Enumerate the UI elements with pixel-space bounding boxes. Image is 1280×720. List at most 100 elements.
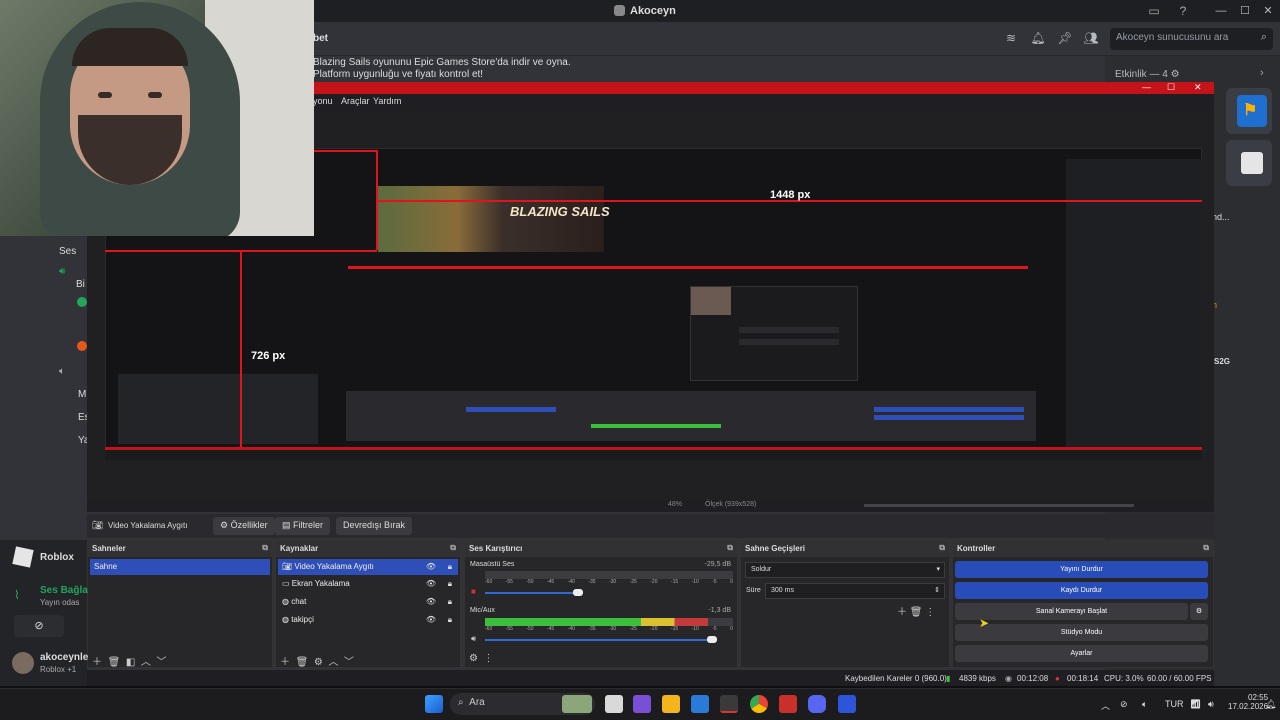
start-icon[interactable] (425, 695, 443, 713)
store-icon[interactable] (691, 695, 709, 713)
search-icon: ⌕ (458, 697, 464, 708)
menu-item[interactable]: yonu (313, 96, 333, 106)
settings-button[interactable]: Ayarlar (955, 645, 1208, 662)
volume-slider[interactable] (485, 639, 715, 641)
bell-icon[interactable]: 🔔︎ (1030, 31, 1046, 47)
stream-icon: ◉ (1005, 674, 1012, 683)
game-title: BLAZING SAILS (510, 204, 610, 219)
popout-icon[interactable]: ⧉ (1203, 543, 1209, 553)
virtual-camera-settings[interactable]: ⚙ (1190, 603, 1208, 620)
mixer-header: Ses Karıştırıcı ⧉ (465, 541, 737, 557)
more-icon[interactable]: ⋮ (925, 607, 935, 618)
popout-icon[interactable]: ⧉ (262, 543, 268, 553)
chevron-down-icon[interactable]: ﹀ (344, 657, 354, 668)
chevron-up-icon[interactable]: ︿ (1101, 699, 1110, 712)
mute-icon[interactable]: ■ (471, 587, 476, 596)
add-icon[interactable]: ＋ (280, 657, 290, 668)
lock-icon[interactable]: 🔒︎ (448, 597, 452, 607)
minimize-button[interactable]: — (1212, 3, 1230, 19)
app-icon[interactable] (779, 695, 797, 713)
eye-icon[interactable]: 👁︎ (426, 562, 436, 571)
widget-icon[interactable] (562, 695, 592, 713)
obs-minimize-button[interactable]: — (1142, 82, 1151, 92)
copilot-icon[interactable] (633, 695, 651, 713)
menu-item[interactable]: Yardım (373, 96, 401, 106)
pin-icon[interactable]: 📌︎ (1057, 31, 1073, 47)
settings-icon[interactable]: ⚙ (469, 653, 478, 664)
volume-icon[interactable]: 🔊︎ (1208, 699, 1214, 710)
popout-icon[interactable]: ⧉ (727, 543, 733, 553)
eye-icon[interactable]: 👁︎ (426, 579, 436, 588)
discord-icon[interactable] (808, 695, 826, 713)
scene-item[interactable]: Sahne (90, 559, 270, 575)
trash-icon[interactable]: 🗑︎ (296, 657, 309, 668)
gear-icon[interactable]: ⚙ (1171, 69, 1180, 80)
properties-button[interactable]: ⚙ Özellikler (213, 517, 275, 535)
mouse-cursor: ➤ (979, 616, 990, 630)
source-item[interactable]: 📷︎ Video Yakalama Aygıtı 👁︎ 🔒︎ (278, 559, 458, 575)
gear-icon[interactable]: ⚙ (314, 657, 323, 668)
obs-close-button[interactable]: ✕ (1194, 82, 1202, 93)
chrome-icon[interactable] (750, 695, 768, 713)
duration-input[interactable]: 300 ms ⇕ (765, 583, 945, 599)
popout-icon[interactable]: ⧉ (939, 543, 945, 553)
file-explorer-icon[interactable] (662, 695, 680, 713)
language-indicator[interactable]: TUR (1165, 699, 1184, 709)
filters-button[interactable]: ▤ Filtreler (275, 517, 331, 535)
sources-dock: Kaynaklar ⧉ 📷︎ Video Yakalama Aygıtı 👁︎ 🔒︎ … (275, 540, 461, 668)
chevron-down-icon[interactable]: ﹀ (156, 657, 166, 668)
volume-slider[interactable] (485, 592, 580, 594)
speaker-icon[interactable]: 🔈︎ (1142, 699, 1147, 710)
volume-slider-handle[interactable] (707, 636, 717, 643)
task-view-icon[interactable] (605, 695, 623, 713)
virtual-camera-button[interactable]: Sanal Kamerayı Başlat (955, 603, 1188, 620)
transition-select[interactable]: Soldur ▾ (745, 562, 945, 578)
stop-stream-button[interactable]: Yayını Durdur (955, 561, 1208, 578)
inbox-icon[interactable]: ▭ (1146, 3, 1162, 19)
chevron-up-icon[interactable]: ︿ (328, 657, 338, 668)
voice-channel-name: Yayın odas (40, 598, 80, 607)
volume-slider-handle[interactable] (573, 589, 583, 596)
close-button[interactable]: ✕ (1259, 3, 1277, 19)
network-icon[interactable]: ⊘ (1120, 699, 1128, 710)
lock-icon[interactable]: 🔒︎ (448, 615, 452, 625)
deactivate-button[interactable]: Devredışı Bırak (336, 517, 413, 535)
maximize-button[interactable]: ☐ (1236, 3, 1254, 19)
members-icon[interactable]: 👥︎ (1083, 31, 1099, 47)
popout-icon[interactable]: ⧉ (450, 543, 456, 553)
trash-icon[interactable]: 🗑︎ (910, 607, 923, 618)
notification-icon[interactable]: 🔔︎ (1265, 699, 1276, 710)
source-item[interactable]: ◍ takipçi 👁︎ 🔒︎ (278, 612, 458, 628)
source-item[interactable]: ◍ chat 👁︎ 🔒︎ (278, 594, 458, 610)
trash-icon[interactable]: 🗑︎ (108, 657, 121, 668)
eye-icon[interactable]: 👁︎ (426, 615, 436, 624)
obs-taskbar-icon[interactable] (720, 695, 738, 713)
menu-item[interactable]: Araçlar (341, 96, 370, 106)
filter-icon[interactable]: ◧ (126, 657, 135, 668)
clock[interactable]: 02:55 17.02.2026 (1228, 693, 1268, 711)
stop-recording-button[interactable]: Kaydı Durdur (955, 582, 1208, 599)
wifi-icon[interactable]: 📶︎ (1190, 699, 1201, 710)
app-icon[interactable] (838, 695, 856, 713)
horizontal-scrollbar[interactable] (864, 504, 1134, 507)
help-icon[interactable]: ? (1175, 3, 1191, 19)
speaker-icon[interactable]: 🔊︎ (471, 634, 476, 644)
threads-icon[interactable]: ≋ (1003, 31, 1019, 47)
eye-icon[interactable]: 👁︎ (426, 597, 436, 606)
studio-mode-button[interactable]: Stüdyo Modu (955, 624, 1208, 641)
obs-maximize-button[interactable]: ☐ (1167, 82, 1175, 93)
screen-share-button[interactable]: ⊘ (14, 615, 64, 637)
transitions-dock: Sahne Geçişleri ⧉ Soldur ▾ Süre 300 ms ⇕ ＋ … (740, 540, 950, 668)
more-icon[interactable]: ⋮ (484, 653, 494, 664)
lock-icon[interactable]: 🔒︎ (448, 562, 452, 572)
search-input[interactable]: Akoceyn sunucusunu ara ⌕ (1110, 28, 1273, 50)
chevron-up-icon[interactable]: ︿ (141, 657, 151, 668)
avatar[interactable] (12, 652, 34, 674)
lock-icon[interactable]: 🔒︎ (448, 579, 452, 589)
add-icon[interactable]: ＋ (92, 657, 102, 668)
zoom-level[interactable]: 48% (668, 501, 682, 508)
scaler-label[interactable]: Ölçek (939x528) (705, 501, 756, 508)
source-item[interactable]: ▭ Ekran Yakalama 👁︎ 🔒︎ (278, 576, 458, 592)
chevron-right-icon[interactable]: › (1260, 67, 1264, 79)
add-icon[interactable]: ＋ (897, 607, 907, 618)
